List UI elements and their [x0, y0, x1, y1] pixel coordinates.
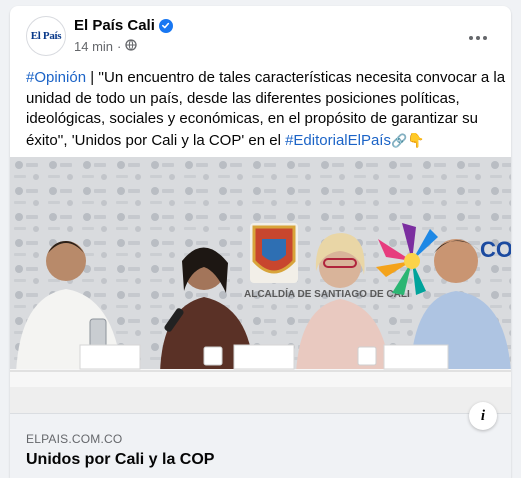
more-dot-icon [469, 36, 473, 40]
pointing-down-emoji: 👇 [407, 131, 425, 148]
post-header: El País El País Cali 14 min · [10, 6, 511, 64]
link-preview[interactable]: ELPAIS.COM.CO Unidos por Cali y la COP [10, 413, 511, 478]
page-name-label[interactable]: El País Cali [74, 17, 155, 34]
banner-text: ALCALDÍA DE SANTIAGO DE CALI [244, 287, 410, 300]
press-conference-photo: ALCALDÍA DE SANTIAGO DE CALI COP [10, 157, 511, 413]
link-domain: ELPAIS.COM.CO [26, 432, 123, 446]
brand-text: COP [480, 237, 511, 262]
more-dot-icon [483, 36, 487, 40]
post-body-text: | ''Un encuentro de tales característica… [26, 69, 506, 149]
post-text: #Opinión | ''Un encuentro de tales carac… [26, 68, 506, 151]
more-options-button[interactable] [460, 20, 496, 56]
hashtag-opinion-link[interactable]: #Opinión [26, 69, 86, 86]
post-timestamp[interactable]: 14 min [74, 39, 113, 54]
meta-separator: · [117, 39, 122, 54]
hashtag-editorial-link[interactable]: #EditorialElPaís [285, 132, 391, 149]
globe-icon[interactable] [125, 39, 138, 54]
link-emoji: 🔗 [390, 132, 408, 148]
post-card: El País El País Cali 14 min · #Opinión |… [10, 6, 511, 478]
link-title[interactable]: Unidos por Cali y la COP [26, 451, 214, 469]
post-photo[interactable]: ALCALDÍA DE SANTIAGO DE CALI COP [10, 157, 511, 413]
more-dot-icon [476, 36, 480, 40]
verified-badge-icon [158, 18, 173, 33]
info-icon[interactable]: i [469, 402, 497, 430]
page-avatar[interactable]: El País [26, 16, 66, 56]
avatar-logo: El País [30, 30, 62, 42]
page-name[interactable]: El País Cali [74, 17, 173, 34]
post-meta: 14 min · [74, 39, 138, 54]
